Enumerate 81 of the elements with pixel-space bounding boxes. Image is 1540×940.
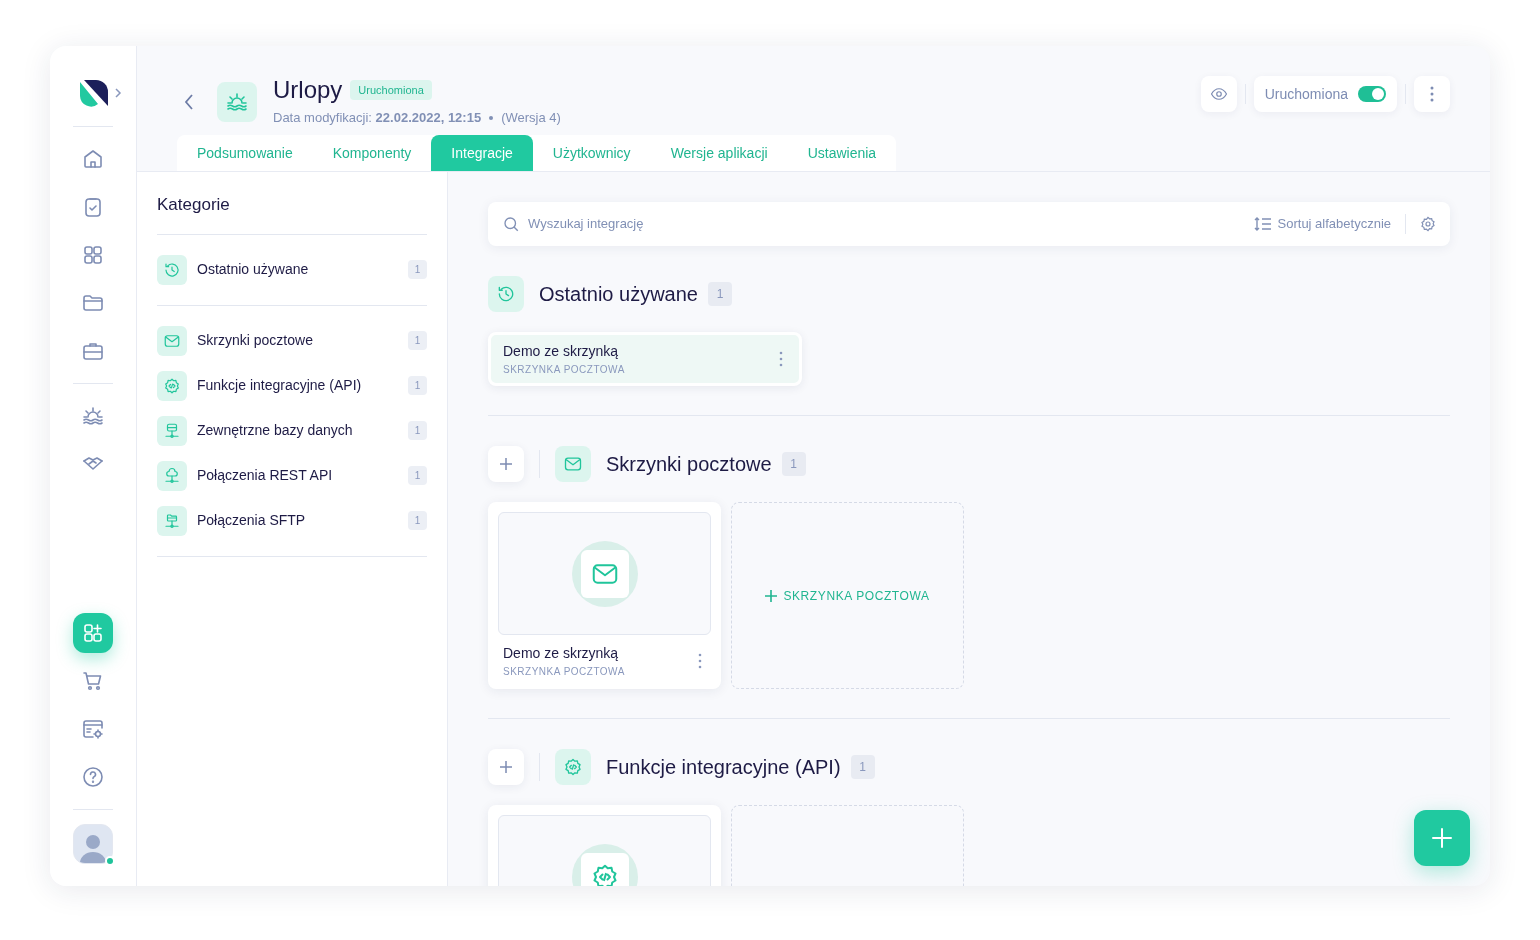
chevron-left-icon [184, 92, 194, 111]
tab[interactable]: Podsumowanie [177, 135, 313, 171]
categories-title: Kategorie [157, 192, 427, 235]
status-badge: Uruchomiona [350, 79, 432, 101]
plus-icon [499, 760, 513, 774]
history-icon [496, 284, 516, 304]
count-badge: 1 [781, 452, 806, 476]
logo-icon[interactable] [78, 78, 110, 108]
settings-icon [1420, 216, 1436, 232]
tab[interactable]: Komponenty [312, 135, 432, 171]
integration-name: Demo ze skrzynką [503, 342, 620, 361]
sort-button[interactable]: Sortuj alfabetycznie [1253, 214, 1391, 234]
avatar[interactable] [73, 824, 113, 864]
tab[interactable]: Ustawienia [787, 135, 897, 171]
gear-code-icon [563, 757, 583, 777]
category-item[interactable]: Połączenia REST API 1 [157, 460, 427, 491]
count-badge: 1 [708, 282, 732, 306]
cloud-network-icon [163, 466, 181, 485]
search-icon [502, 215, 520, 233]
sort-icon [1253, 216, 1272, 232]
add-button[interactable] [1414, 810, 1470, 866]
toggle-label: Uruchomiona [1264, 84, 1348, 104]
toggle-switch[interactable] [1358, 86, 1386, 102]
settings-button[interactable] [1420, 216, 1436, 232]
category-item[interactable]: Zewnętrzne bazy danych 1 [157, 415, 427, 446]
section-title: Ostatnio używane [539, 282, 698, 307]
plus-icon [765, 589, 778, 602]
more-options-button[interactable] [1414, 76, 1450, 112]
grid-icon [81, 243, 105, 267]
browser-gear-icon [81, 717, 105, 741]
help-icon [81, 765, 105, 789]
count-badge: 1 [408, 466, 427, 485]
nav-item[interactable] [73, 613, 113, 653]
category-label: Połączenia SFTP [197, 511, 306, 530]
integration-name: Demo ze skrzynką [503, 644, 620, 663]
count-badge: 1 [408, 421, 427, 440]
category-item[interactable]: Skrzynki pocztowe 1 [157, 325, 427, 356]
tab[interactable]: Wersje aplikacji [650, 135, 788, 171]
category-label: Funkcje integracyjne (API) [197, 376, 362, 395]
count-badge: 1 [408, 331, 427, 350]
chevron-right-icon[interactable] [114, 87, 122, 99]
status-toggle-control[interactable]: Uruchomiona [1253, 76, 1397, 112]
category-item[interactable]: Ostatnio używane 1 [157, 254, 427, 285]
more-vertical-icon [779, 351, 783, 367]
category-label: Ostatnio używane [197, 260, 309, 279]
integration-card[interactable]: Demo ze skrzynką SKRZYNKA POCZTOWA [488, 502, 721, 689]
section-title: Skrzynki pocztowe [606, 452, 772, 477]
add-integration-button[interactable] [488, 749, 524, 785]
search-field[interactable]: Wyszukaj integrację Sortuj alfabetycznie [488, 202, 1450, 246]
count-badge: 1 [408, 260, 427, 279]
add-integration-tile[interactable]: SKRZYNKA POCZTOWA [731, 502, 964, 689]
add-integration-button[interactable] [488, 446, 524, 482]
count-badge: 1 [408, 511, 427, 530]
app-title: Urlopy [273, 76, 343, 104]
plus-icon [499, 457, 513, 471]
tab[interactable]: Użytkownicy [532, 135, 651, 171]
history-icon [163, 260, 181, 279]
integration-card[interactable]: Demo ze skrzynką SKRZYNKA POCZTOWA [488, 332, 802, 386]
category-label: Zewnętrzne bazy danych [197, 421, 353, 440]
category-item[interactable]: Połączenia SFTP 1 [157, 505, 427, 536]
preview-button[interactable] [1200, 76, 1237, 112]
plus-icon [1431, 827, 1453, 849]
category-item[interactable]: Funkcje integracyjne (API) 1 [157, 370, 427, 401]
modified-date: Data modyfikacji: 22.02.2022, 12:15 [273, 109, 482, 127]
integration-type: SKRZYNKA POCZTOWA [503, 665, 625, 679]
more-vertical-icon [698, 653, 702, 669]
section-title: Funkcje integracyjne (API) [606, 755, 841, 780]
tab[interactable]: Integracje [431, 135, 533, 171]
home-icon [81, 147, 105, 171]
category-label: Skrzynki pocztowe [197, 331, 313, 350]
server-network-icon [163, 421, 181, 440]
more-vertical-icon [1430, 86, 1434, 102]
count-badge: 1 [850, 755, 875, 779]
category-label: Połączenia REST API [197, 466, 333, 485]
eye-icon [1209, 85, 1228, 103]
count-badge: 1 [408, 376, 427, 395]
gear-code-icon [163, 376, 181, 395]
integration-type: SKRZYNKA POCZTOWA [503, 363, 625, 377]
folder-network-icon [163, 511, 181, 530]
version-label: (Wersja 4) [501, 109, 561, 127]
apps-add-icon [81, 621, 105, 645]
